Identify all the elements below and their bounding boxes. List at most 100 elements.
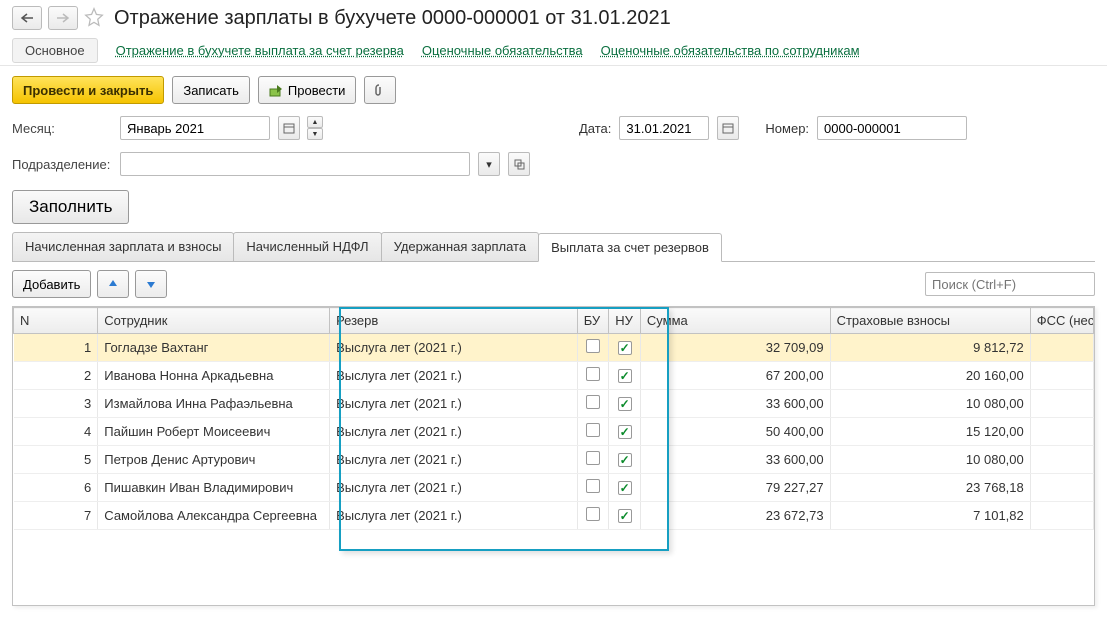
favorite-star-icon[interactable] xyxy=(84,7,104,30)
cell-bu[interactable] xyxy=(577,502,609,530)
link-estimated-liabilities-emp[interactable]: Оценочные обязательства по сотрудникам xyxy=(601,43,860,58)
cell-insurance: 15 120,00 xyxy=(830,418,1030,446)
checkbox-bu[interactable] xyxy=(586,479,600,493)
nav-back-button[interactable] xyxy=(12,6,42,30)
cell-n: 1 xyxy=(14,334,98,362)
main-tab-osnovnoe[interactable]: Основное xyxy=(12,38,98,63)
cell-sum: 67 200,00 xyxy=(640,362,830,390)
cell-bu[interactable] xyxy=(577,474,609,502)
fill-button[interactable]: Заполнить xyxy=(12,190,129,224)
reserve-grid[interactable]: N Сотрудник Резерв БУ НУ Сумма Страховые… xyxy=(13,307,1094,530)
cell-insurance: 20 160,00 xyxy=(830,362,1030,390)
cell-nu[interactable] xyxy=(609,446,641,474)
cell-employee: Измайлова Инна Рафаэльевна xyxy=(98,390,330,418)
tab-accrued-ndfl[interactable]: Начисленный НДФЛ xyxy=(233,232,381,261)
date-label: Дата: xyxy=(579,121,611,136)
checkbox-nu[interactable] xyxy=(618,341,632,355)
cell-nu[interactable] xyxy=(609,362,641,390)
checkbox-nu[interactable] xyxy=(618,481,632,495)
department-dropdown-button[interactable]: ▾ xyxy=(478,152,500,176)
col-header-employee[interactable]: Сотрудник xyxy=(98,308,330,334)
cell-nu[interactable] xyxy=(609,474,641,502)
cell-insurance: 9 812,72 xyxy=(830,334,1030,362)
cell-sum: 33 600,00 xyxy=(640,390,830,418)
checkbox-bu[interactable] xyxy=(586,423,600,437)
open-icon xyxy=(514,159,525,170)
checkbox-bu[interactable] xyxy=(586,395,600,409)
date-calendar-button[interactable] xyxy=(717,116,739,140)
table-row[interactable]: 1Гогладзе ВахтангВыслуга лет (2021 г.)32… xyxy=(14,334,1094,362)
month-input[interactable] xyxy=(120,116,270,140)
cell-nu[interactable] xyxy=(609,390,641,418)
tab-withheld-salary[interactable]: Удержанная зарплата xyxy=(381,232,539,261)
cell-n: 3 xyxy=(14,390,98,418)
col-header-insurance[interactable]: Страховые взносы xyxy=(830,308,1030,334)
cell-nu[interactable] xyxy=(609,418,641,446)
cell-bu[interactable] xyxy=(577,390,609,418)
number-input[interactable] xyxy=(817,116,967,140)
cell-n: 5 xyxy=(14,446,98,474)
save-button[interactable]: Записать xyxy=(172,76,250,104)
post-and-close-button[interactable]: Провести и закрыть xyxy=(12,76,164,104)
table-row[interactable]: 5Петров Денис АртуровичВыслуга лет (2021… xyxy=(14,446,1094,474)
cell-nu[interactable] xyxy=(609,502,641,530)
cell-nu[interactable] xyxy=(609,334,641,362)
month-spinner[interactable]: ▲ ▼ xyxy=(307,116,323,140)
checkbox-bu[interactable] xyxy=(586,339,600,353)
col-header-sum[interactable]: Сумма xyxy=(640,308,830,334)
checkbox-bu[interactable] xyxy=(586,507,600,521)
cell-bu[interactable] xyxy=(577,418,609,446)
checkbox-nu[interactable] xyxy=(618,509,632,523)
arrow-up-icon xyxy=(107,278,119,290)
table-row[interactable]: 2Иванова Нонна АркадьевнаВыслуга лет (20… xyxy=(14,362,1094,390)
link-estimated-liabilities[interactable]: Оценочные обязательства xyxy=(422,43,583,58)
cell-reserve: Выслуга лет (2021 г.) xyxy=(330,502,578,530)
nav-forward-button[interactable] xyxy=(48,6,78,30)
checkbox-bu[interactable] xyxy=(586,367,600,381)
tab-accrued-salary[interactable]: Начисленная зарплата и взносы xyxy=(12,232,234,261)
cell-fss xyxy=(1030,334,1093,362)
cell-n: 2 xyxy=(14,362,98,390)
table-row[interactable]: 7Самойлова Александра СергеевнаВыслуга л… xyxy=(14,502,1094,530)
col-header-n[interactable]: N xyxy=(14,308,98,334)
month-calendar-button[interactable] xyxy=(278,116,300,140)
checkbox-nu[interactable] xyxy=(618,425,632,439)
col-header-reserve[interactable]: Резерв xyxy=(330,308,578,334)
checkbox-bu[interactable] xyxy=(586,451,600,465)
arrow-right-icon xyxy=(56,13,70,23)
search-input[interactable] xyxy=(925,272,1095,296)
link-reflection-reserve[interactable]: Отражение в бухучете выплата за счет рез… xyxy=(116,43,404,58)
col-header-fss[interactable]: ФСС (нес xyxy=(1030,308,1093,334)
cell-reserve: Выслуга лет (2021 г.) xyxy=(330,446,578,474)
tab-reserve-payment[interactable]: Выплата за счет резервов xyxy=(538,233,722,262)
cell-fss xyxy=(1030,446,1093,474)
cell-bu[interactable] xyxy=(577,362,609,390)
department-label: Подразделение: xyxy=(12,157,112,172)
cell-bu[interactable] xyxy=(577,334,609,362)
cell-sum: 50 400,00 xyxy=(640,418,830,446)
checkbox-nu[interactable] xyxy=(618,453,632,467)
cell-reserve: Выслуга лет (2021 г.) xyxy=(330,390,578,418)
table-row[interactable]: 3Измайлова Инна РафаэльевнаВыслуга лет (… xyxy=(14,390,1094,418)
department-input[interactable] xyxy=(120,152,470,176)
table-row[interactable]: 6Пишавкин Иван ВладимировичВыслуга лет (… xyxy=(14,474,1094,502)
checkbox-nu[interactable] xyxy=(618,397,632,411)
cell-n: 7 xyxy=(14,502,98,530)
move-down-button[interactable] xyxy=(135,270,167,298)
cell-bu[interactable] xyxy=(577,446,609,474)
month-down-button[interactable]: ▼ xyxy=(307,128,323,140)
add-row-button[interactable]: Добавить xyxy=(12,270,91,298)
cell-n: 6 xyxy=(14,474,98,502)
cell-fss xyxy=(1030,474,1093,502)
table-row[interactable]: 4Пайшин Роберт МоисеевичВыслуга лет (202… xyxy=(14,418,1094,446)
move-up-button[interactable] xyxy=(97,270,129,298)
attach-button[interactable] xyxy=(364,76,396,104)
cell-reserve: Выслуга лет (2021 г.) xyxy=(330,418,578,446)
month-up-button[interactable]: ▲ xyxy=(307,116,323,128)
checkbox-nu[interactable] xyxy=(618,369,632,383)
post-button[interactable]: Провести xyxy=(258,76,357,104)
department-open-button[interactable] xyxy=(508,152,530,176)
col-header-nu[interactable]: НУ xyxy=(609,308,641,334)
col-header-bu[interactable]: БУ xyxy=(577,308,609,334)
date-input[interactable] xyxy=(619,116,709,140)
